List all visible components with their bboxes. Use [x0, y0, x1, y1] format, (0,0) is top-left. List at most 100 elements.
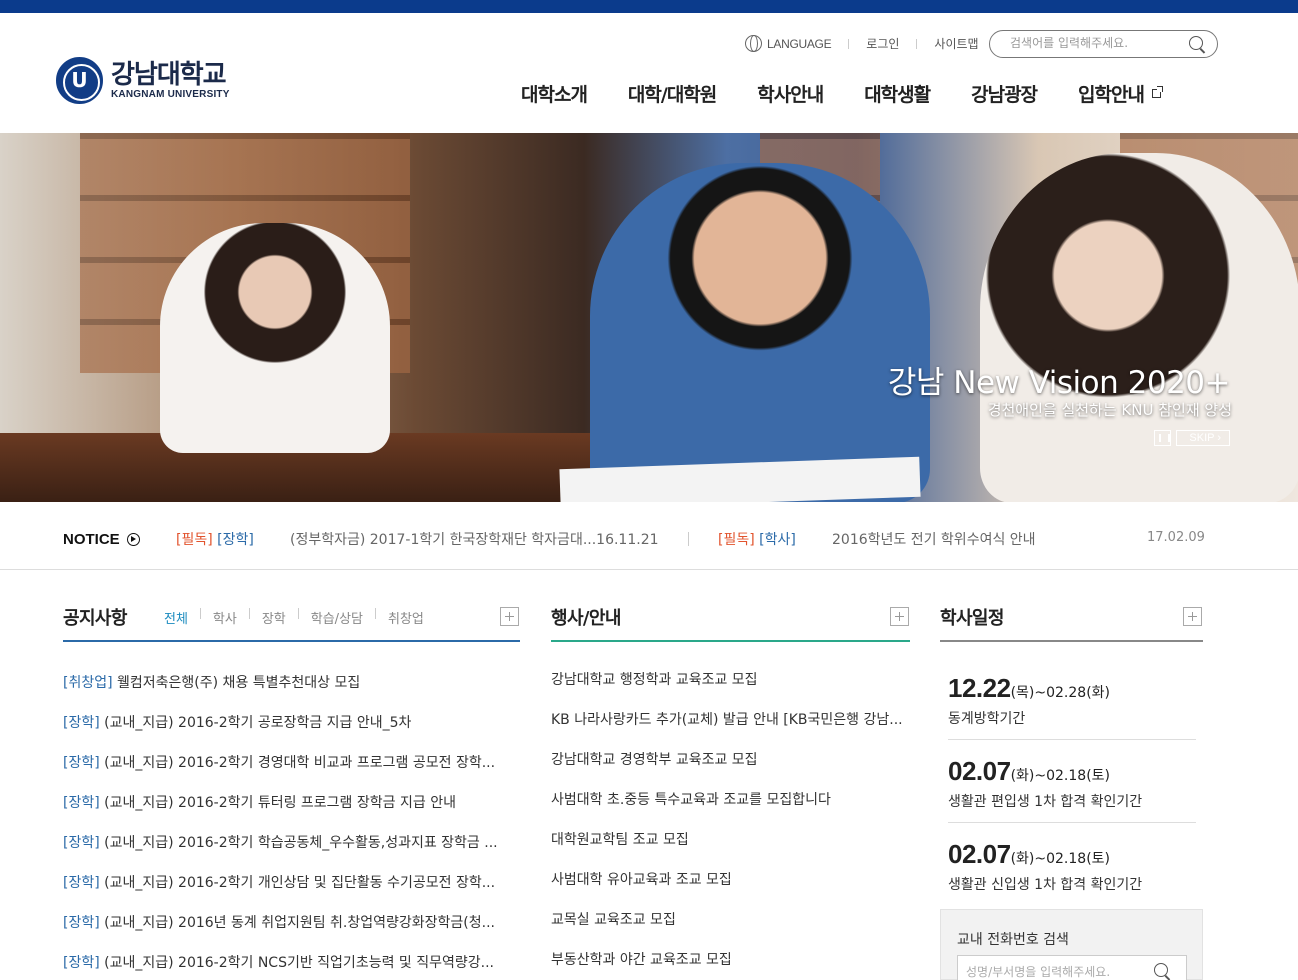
list-item[interactable]: [장학] (교내_지급) 2016-2학기 개인상담 및 집단활동 수기공모전 …	[63, 872, 518, 912]
list-item[interactable]: [장학] (교내_지급) 2016-2학기 공로장학금 지급 안내_5차	[63, 712, 518, 752]
schedule-divider	[948, 739, 1196, 740]
list-item[interactable]: 사범대학 초.중등 특수교육과 조교를 모집합니다	[551, 789, 910, 829]
list-item[interactable]: 사범대학 유아교육과 조교 모집	[551, 869, 910, 909]
schedule-desc: 생활관 신입생 1차 합격 확인기간	[948, 877, 1143, 893]
item-title: 웰컴저축은행(주) 채용 특별추천대상 모집	[112, 675, 361, 691]
item-title: (교내_지급) 2016년 동계 취업지원팀 취.창업역량강화장학금(청...	[99, 915, 495, 931]
notice-category-tag: [학사]	[759, 532, 796, 548]
logo-english-name: KANGNAM UNIVERSITY	[111, 89, 230, 100]
login-link[interactable]: 로그인	[866, 35, 899, 52]
nav-academics[interactable]: 학사안내	[757, 80, 824, 107]
external-link-icon	[1151, 86, 1163, 98]
announcements-underline	[63, 640, 520, 642]
utility-menu: LANGUAGE 로그인 사이트맵	[745, 35, 979, 52]
student-photo	[980, 153, 1298, 502]
schedule-range: (화)~02.18(토)	[1010, 768, 1110, 784]
schedule-item[interactable]: 12.22 (목)~02.28(화) 동계방학기간	[948, 673, 1196, 728]
search-icon[interactable]	[1189, 36, 1203, 50]
item-category: [장학]	[63, 755, 100, 771]
site-search-box	[989, 30, 1218, 58]
pause-icon[interactable]	[1154, 430, 1172, 446]
language-link[interactable]: LANGUAGE	[767, 37, 832, 51]
search-icon[interactable]	[1154, 963, 1168, 977]
item-category: [장학]	[63, 715, 100, 731]
nav-admissions-label: 입학안내	[1078, 84, 1145, 106]
item-category: [장학]	[63, 835, 100, 851]
phone-search-input[interactable]	[966, 965, 1146, 979]
globe-icon	[745, 35, 762, 52]
schedule-underline	[940, 640, 1203, 642]
list-item[interactable]: 강남대학교 경영학부 교육조교 모집	[551, 749, 910, 789]
hero-banner: 강남 New Vision 2020+ 경천애인을 실천하는 KNU 참인재 양…	[0, 133, 1298, 502]
phone-search-title: 교내 전화번호 검색	[957, 932, 1069, 948]
logo-korean-name: 강남대학교	[111, 60, 227, 90]
events-list: 강남대학교 행정학과 교육조교 모집 KB 나라사랑카드 추가(교체) 발급 안…	[551, 669, 910, 980]
item-title: (교내_지급) 2016-2학기 튜터링 프로그램 장학금 지급 안내	[99, 795, 456, 811]
more-announcements-button[interactable]	[500, 607, 519, 626]
events-underline	[551, 640, 910, 642]
phone-directory-search: 교내 전화번호 검색	[940, 909, 1203, 980]
slider-controls: SKIP ›	[1154, 430, 1230, 446]
list-item[interactable]: 부동산학과 야간 교육조교 모집	[551, 949, 910, 980]
list-item[interactable]: 대학원교학팀 조교 모집	[551, 829, 910, 869]
announcement-tabs: 전체 학사 장학 학습/상담 취창업	[164, 608, 424, 627]
tab-counseling[interactable]: 학습/상담	[311, 608, 363, 627]
announcements-list: [취창업] 웰컴저축은행(주) 채용 특별추천대상 모집 [장학] (교내_지급…	[63, 672, 518, 980]
nav-about[interactable]: 대학소개	[521, 80, 588, 107]
nav-campus-life[interactable]: 대학생활	[864, 80, 931, 107]
item-category: [장학]	[63, 915, 100, 931]
item-category: [장학]	[63, 955, 100, 971]
list-item[interactable]: 강남대학교 행정학과 교육조교 모집	[551, 669, 910, 709]
item-title: (교내_지급) 2016-2학기 공로장학금 지급 안내_5차	[99, 715, 412, 731]
more-events-button[interactable]	[890, 607, 909, 626]
university-logo[interactable]: U 강남대학교 KANGNAM UNIVERSITY	[56, 57, 230, 104]
nav-colleges[interactable]: 대학/대학원	[628, 80, 717, 107]
schedule-day: 02.07	[948, 756, 1011, 786]
list-item[interactable]: [장학] (교내_지급) 2016년 동계 취업지원팀 취.창업역량강화장학금(…	[63, 912, 518, 952]
list-item[interactable]: 교목실 교육조교 모집	[551, 909, 910, 949]
sitemap-link[interactable]: 사이트맵	[934, 35, 978, 52]
notice-ticker: NOTICE [필독] [장학] (정부학자금) 2017-1학기 한국장학재단…	[0, 502, 1298, 570]
university-emblem-icon: U	[56, 57, 103, 104]
top-color-bar	[0, 0, 1298, 13]
tab-all[interactable]: 전체	[164, 608, 188, 627]
item-title: (교내_지급) 2016-2학기 개인상담 및 집단활동 수기공모전 장학...	[99, 875, 496, 891]
schedule-item[interactable]: 02.07 (화)~02.18(토) 생활관 편입생 1차 합격 확인기간	[948, 756, 1196, 811]
list-item[interactable]: [취창업] 웰컴저축은행(주) 채용 특별추천대상 모집	[63, 672, 518, 712]
more-schedule-button[interactable]	[1183, 607, 1202, 626]
skip-label: SKIP	[1189, 432, 1215, 444]
list-item[interactable]: KB 나라사랑카드 추가(교체) 발급 안내 [KB국민은행 강남...	[551, 709, 910, 749]
events-title: 행사/안내	[551, 608, 621, 629]
notice-tags: [필독] [학사]	[718, 529, 796, 549]
list-item[interactable]: [장학] (교내_지급) 2016-2학기 경영대학 비교과 프로그램 공모전 …	[63, 752, 518, 792]
list-item[interactable]: [장학] (교내_지급) 2016-2학기 튜터링 프로그램 장학금 지급 안내	[63, 792, 518, 832]
skip-button[interactable]: SKIP ›	[1176, 430, 1230, 446]
schedule-day: 02.07	[948, 839, 1011, 869]
student-photo	[160, 223, 390, 453]
tab-scholarship[interactable]: 장학	[262, 608, 286, 627]
schedule-divider	[948, 822, 1196, 823]
phone-search-box	[957, 955, 1187, 980]
tab-academic[interactable]: 학사	[213, 608, 237, 627]
item-title: (교내_지급) 2016-2학기 NCS기반 직업기초능력 및 직무역량강...	[99, 955, 494, 971]
hero-title: 강남 New Vision 2020+	[887, 365, 1231, 401]
notice-required-tag: [필독]	[176, 532, 213, 548]
notice-label: NOTICE	[63, 531, 140, 548]
item-title: (교내_지급) 2016-2학기 학습공동체_우수활동,성과지표 장학금 ...	[99, 835, 498, 851]
notice-tags: [필독] [장학]	[176, 529, 254, 549]
nav-plaza[interactable]: 강남광장	[971, 80, 1038, 107]
notice-item-link[interactable]: 2016학년도 전기 학위수여식 안내	[832, 529, 1036, 549]
notice-label-text: NOTICE	[63, 531, 120, 548]
list-item[interactable]: [장학] (교내_지급) 2016-2학기 학습공동체_우수활동,성과지표 장학…	[63, 832, 518, 872]
notice-item-link[interactable]: (정부학자금) 2017-1학기 한국장학재단 학자금대...16.11.21	[290, 529, 659, 549]
site-search-input[interactable]	[1010, 36, 1180, 50]
nav-admissions[interactable]: 입학안내	[1078, 80, 1163, 107]
schedule-item[interactable]: 02.07 (화)~02.18(토) 생활관 신입생 1차 합격 확인기간	[948, 839, 1196, 894]
schedule-desc: 동계방학기간	[948, 711, 1026, 727]
item-category: [장학]	[63, 795, 100, 811]
notice-date: 17.02.09	[1147, 530, 1205, 545]
play-icon[interactable]	[126, 533, 140, 546]
notice-category-tag: [장학]	[217, 532, 254, 548]
tab-career[interactable]: 취창업	[388, 608, 424, 627]
list-item[interactable]: [장학] (교내_지급) 2016-2학기 NCS기반 직업기초능력 및 직무역…	[63, 952, 518, 980]
